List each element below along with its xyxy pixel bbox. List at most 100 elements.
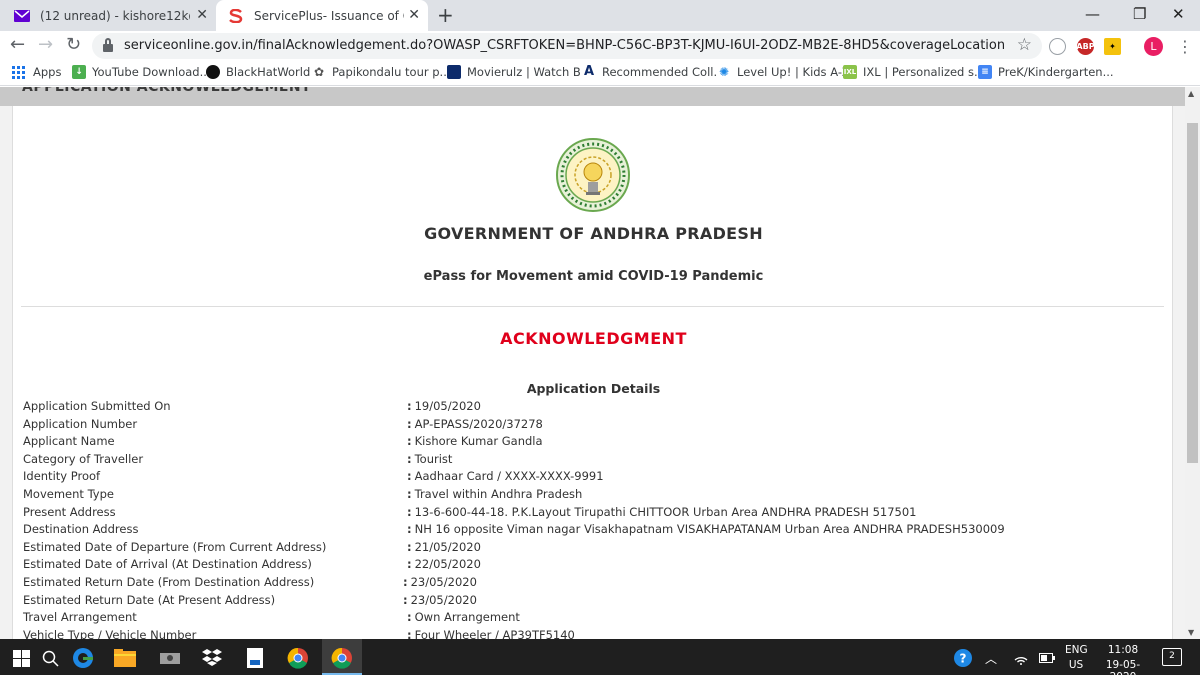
clock-date[interactable]: 19-05-2020 xyxy=(1093,659,1153,675)
detail-row: Estimated Return Date (From Destination … xyxy=(23,575,1163,593)
detail-row: Application Submitted On:19/05/2020 xyxy=(23,399,1163,417)
help-icon[interactable]: ? xyxy=(952,647,974,669)
detail-value: Tourist xyxy=(414,451,453,466)
bookmark-star-icon[interactable]: ☆ xyxy=(1017,35,1032,55)
detail-value-wrap: : Kishore Kumar Gandla xyxy=(407,434,543,449)
window-close-icon[interactable]: ✕ xyxy=(1172,5,1185,23)
scroll-down-arrow-icon[interactable]: ▼ xyxy=(1188,628,1194,637)
bookmark-movierulz[interactable]: Movierulz | Watch B... xyxy=(447,65,592,79)
notification-center-icon[interactable]: 2 xyxy=(1162,648,1182,666)
bookmark-label: BlackHatWorld xyxy=(226,65,311,79)
detail-value: 23/05/2020 xyxy=(410,592,477,607)
media-app-icon[interactable] xyxy=(159,647,181,669)
browser-toolbar: ← → ↻ serviceonline.gov.in/finalAcknowle… xyxy=(0,31,1200,61)
scroll-up-arrow-icon[interactable]: ▲ xyxy=(1188,89,1194,98)
detail-value-wrap: :23/05/2020 xyxy=(403,592,477,607)
minimize-icon[interactable]: — xyxy=(1085,5,1100,23)
windows-start-icon[interactable] xyxy=(10,647,32,669)
detail-value-wrap: :21/05/2020 xyxy=(407,539,481,554)
shield-extension-icon[interactable] xyxy=(1049,38,1066,55)
detail-value-wrap: :13-6-600-44-18. P.K.Layout Tirupathi CH… xyxy=(407,504,917,519)
new-tab-button[interactable]: + xyxy=(437,3,454,27)
close-icon[interactable]: ✕ xyxy=(408,7,420,23)
bookmark-recommended[interactable]: A Recommended Coll... xyxy=(582,65,724,79)
detail-label: Present Address xyxy=(23,504,116,519)
bookmark-label: Apps xyxy=(33,65,62,79)
detail-value: Aadhaar Card / XXXX-XXXX-9991 xyxy=(414,469,604,484)
application-details-heading: Application Details xyxy=(526,381,661,396)
detail-row: Estimated Return Date (At Present Addres… xyxy=(23,593,1163,611)
detail-value: AP-EPASS/2020/37278 xyxy=(414,416,543,431)
scroll-thumb[interactable] xyxy=(1187,123,1198,463)
forward-arrow-icon[interactable]: → xyxy=(38,34,53,55)
chrome-icon[interactable] xyxy=(331,647,353,669)
google-docs-icon: ≡ xyxy=(978,65,992,79)
bookmark-papikondalu[interactable]: ✿ Papikondalu tour p... xyxy=(312,65,451,79)
wifi-icon[interactable] xyxy=(1010,647,1032,669)
page-header-title: APPLICATION ACKNOWLEDGEMENT xyxy=(22,87,312,95)
movierulz-icon xyxy=(447,65,461,79)
andhra-pradesh-emblem-icon xyxy=(556,138,630,212)
battery-icon[interactable] xyxy=(1036,647,1058,669)
document-app-icon[interactable] xyxy=(244,647,266,669)
tab-yahoo-mail[interactable]: (12 unread) - kishore12k@yahoo. ✕ xyxy=(0,0,216,31)
divider xyxy=(21,306,1164,307)
reload-icon[interactable]: ↻ xyxy=(66,34,81,55)
tab-strip: (12 unread) - kishore12k@yahoo. ✕ Servic… xyxy=(0,0,1200,31)
file-explorer-icon[interactable] xyxy=(114,647,136,669)
input-region[interactable]: US xyxy=(1065,659,1087,671)
bookmark-levelup[interactable]: ✺ Level Up! | Kids A-Z xyxy=(717,65,850,79)
bookmark-label: Level Up! | Kids A-Z xyxy=(737,65,850,79)
detail-label: Estimated Return Date (From Destination … xyxy=(23,574,315,589)
detail-label: Application Number xyxy=(23,416,138,431)
dropbox-icon[interactable] xyxy=(201,647,223,669)
acknowledgement-panel: GOVERNMENT OF ANDHRA PRADESH ePass for M… xyxy=(12,106,1173,639)
detail-value-wrap: : Travel within Andhra Pradesh xyxy=(407,486,583,501)
detail-label: Movement Type xyxy=(23,486,114,501)
bookmark-ixl[interactable]: IXL IXL | Personalized s... xyxy=(843,65,985,79)
detail-row: Movement Type : Travel within Andhra Prade… xyxy=(23,487,1163,505)
edge-browser-icon[interactable] xyxy=(72,647,94,669)
bookmark-apps[interactable]: Apps xyxy=(12,65,61,79)
bookmark-blackhatworld[interactable]: BlackHatWorld xyxy=(206,65,310,79)
detail-value: Travel within Andhra Pradesh xyxy=(414,486,583,501)
detail-value-wrap: :19/05/2020 xyxy=(407,399,481,413)
acknowledgment-heading: ACKNOWLEDGMENT xyxy=(500,329,687,348)
bookmark-youtube-download[interactable]: ↓ YouTube Download... xyxy=(72,65,211,79)
detail-value: NH 16 opposite Viman nagar Visakhapatnam… xyxy=(414,522,1005,537)
windows-taskbar: ? ︿ ENG US 11:08 19-05-2020 2 xyxy=(0,639,1200,675)
detail-value-wrap: : Tourist xyxy=(407,451,453,466)
vertical-scrollbar[interactable]: ▲ ▼ xyxy=(1185,87,1200,639)
chevron-up-icon[interactable]: ︿ xyxy=(980,647,1002,669)
bookmark-prek[interactable]: ≡ PreK/Kindergarten... xyxy=(978,65,1114,79)
profile-avatar[interactable]: L xyxy=(1144,37,1163,56)
search-icon[interactable] xyxy=(39,647,61,669)
tab-serviceplus[interactable]: ServicePlus- Issuance of COVID - ✕ xyxy=(216,0,428,31)
bookmark-label: YouTube Download... xyxy=(92,65,211,79)
detail-label: Category of Traveller xyxy=(23,451,144,466)
lock-icon xyxy=(102,38,114,52)
detail-row: Category of Traveller : Tourist xyxy=(23,452,1163,470)
detail-value-wrap: : NH 16 opposite Viman nagar Visakhapatna… xyxy=(407,522,1005,537)
letter-a-icon: A xyxy=(582,64,596,79)
input-language[interactable]: ENG xyxy=(1065,644,1088,656)
menu-kebab-icon[interactable]: ⋮ xyxy=(1177,37,1193,56)
government-title: GOVERNMENT OF ANDHRA PRADESH xyxy=(424,224,763,243)
close-icon[interactable]: ✕ xyxy=(196,7,208,23)
page-viewport: APPLICATION ACKNOWLEDGEMENT GOVERNMENT O… xyxy=(0,87,1185,639)
application-details-list: Application Submitted On:19/05/2020 Appl… xyxy=(23,399,1163,639)
address-bar[interactable]: serviceonline.gov.in/finalAcknowledgemen… xyxy=(92,33,1042,59)
detail-row: Present Address :13-6-600-44-18. P.K.Layo… xyxy=(23,505,1163,523)
adblock-plus-icon[interactable]: ABP xyxy=(1076,38,1095,55)
clock-time[interactable]: 11:08 xyxy=(1095,644,1151,656)
back-arrow-icon[interactable]: ← xyxy=(10,34,25,55)
extension-icon[interactable]: ✦ xyxy=(1104,38,1121,55)
blackhatworld-icon xyxy=(206,65,220,79)
detail-row: Vehicle Type / Vehicle Number: Four Wheel… xyxy=(23,628,1163,639)
tab-title: (12 unread) - kishore12k@yahoo. xyxy=(40,8,190,23)
detail-row: Identity Proof: Aadhaar Card / XXXX-XXXX-… xyxy=(23,469,1163,487)
detail-label: Estimated Return Date (At Present Addres… xyxy=(23,592,276,607)
detail-value-wrap: :22/05/2020 xyxy=(407,557,481,572)
restore-icon[interactable]: ❐ xyxy=(1133,5,1146,23)
chrome-icon[interactable] xyxy=(287,647,309,669)
